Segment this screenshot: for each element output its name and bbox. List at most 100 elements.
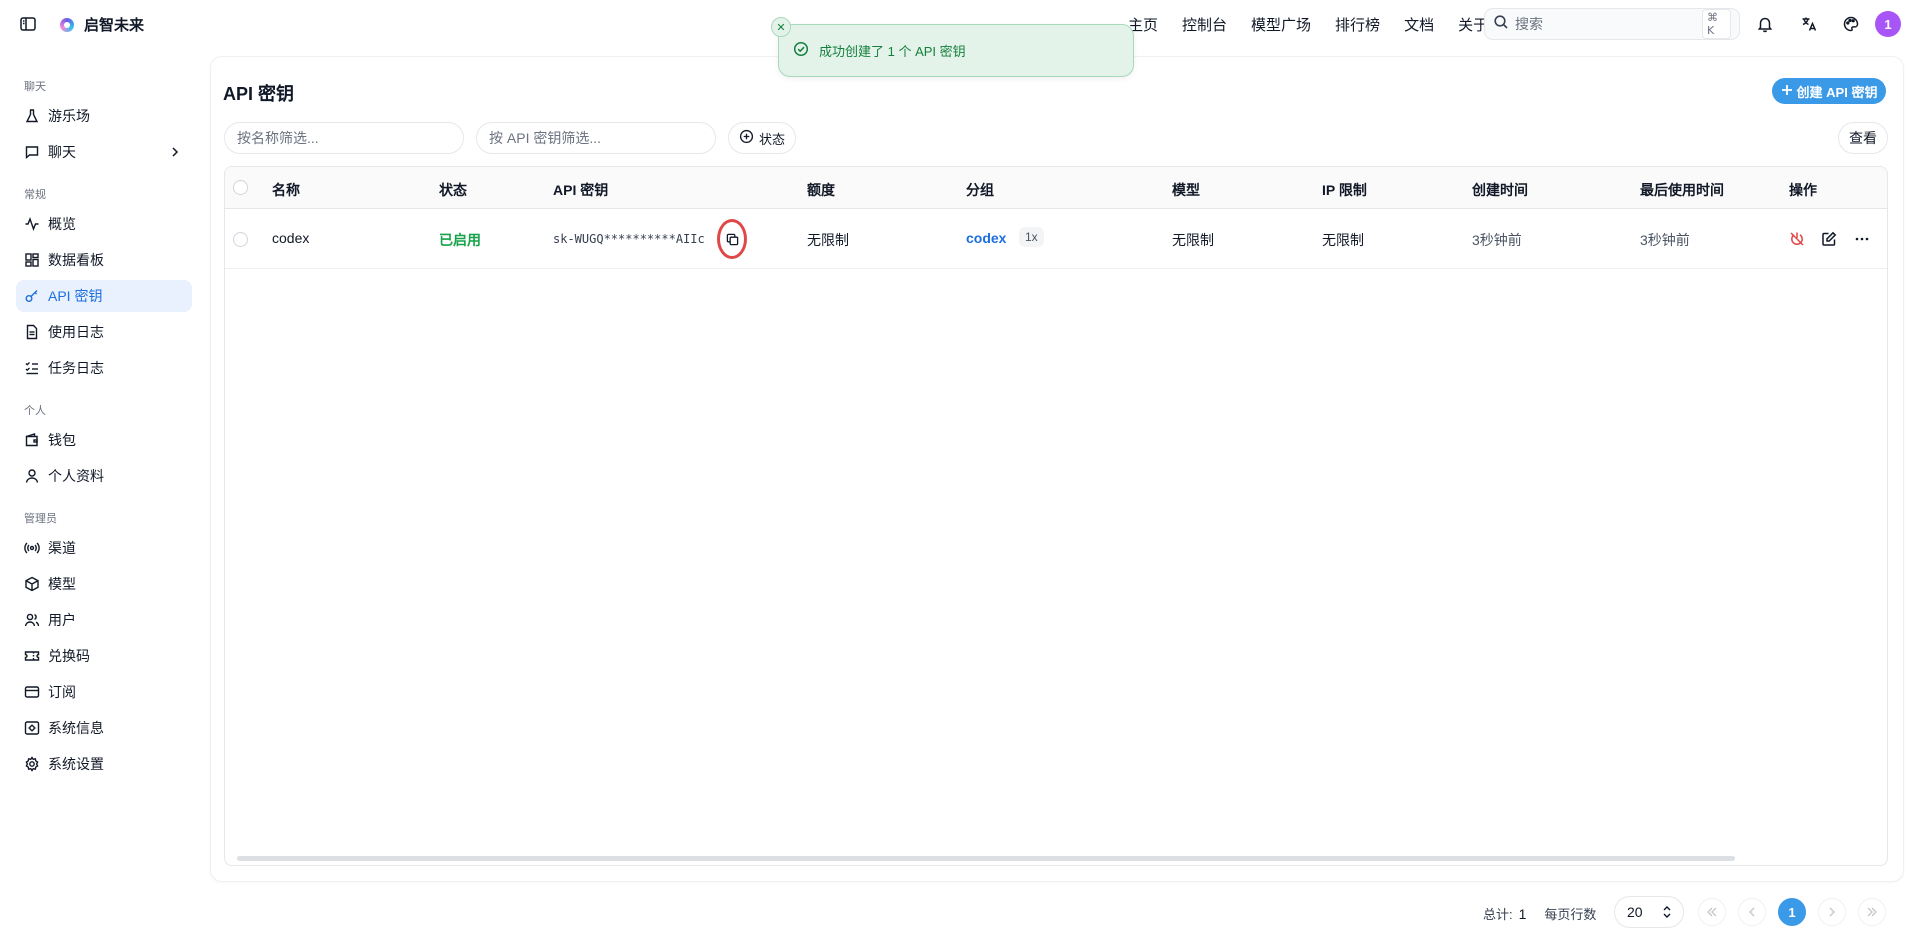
sidebar-item-label: 用户 [48, 612, 76, 628]
filter-name-input[interactable] [224, 122, 464, 154]
api-key-value: sk-WUGQ**********AIIc [553, 232, 705, 246]
flask-icon [24, 108, 40, 124]
create-api-key-label: 创建 API 密钥 [1796, 84, 1878, 100]
sidebar-section-personal: 个人 [24, 405, 46, 417]
pagination-summary: 总计: 1 每页行数 [1483, 904, 1596, 923]
last-page-button[interactable] [1858, 898, 1886, 926]
sidebar-item-overview[interactable]: 概览 [16, 208, 192, 240]
sidebar-item-wallet[interactable]: 钱包 [16, 424, 192, 456]
filter-key-input[interactable] [476, 122, 716, 154]
sidebar-item-models[interactable]: 模型 [16, 568, 192, 600]
edit-icon[interactable] [1819, 229, 1839, 249]
sidebar-item-chat[interactable]: 聊天 [16, 136, 192, 168]
rows-per-page-value: 20 [1627, 904, 1643, 920]
gear-icon [24, 756, 40, 772]
nav-docs[interactable]: 文档 [1404, 14, 1434, 35]
table-row: codex 已启用 sk-WUGQ**********AIIc 无限制 code… [225, 209, 1887, 269]
message-square-icon [24, 144, 40, 160]
row-last-used-time: 3秒钟前 [1640, 232, 1690, 248]
sidebar-item-label: 渠道 [48, 540, 76, 556]
sidebar-item-system-settings[interactable]: 系统设置 [16, 748, 192, 780]
column-header-status: 状态 [439, 182, 467, 198]
column-header-key: API 密钥 [553, 182, 609, 198]
sidebar-item-task-logs[interactable]: 任务日志 [16, 352, 192, 384]
avatar[interactable]: 1 [1875, 11, 1901, 37]
sidebar-item-system-info[interactable]: 系统信息 [16, 712, 192, 744]
chevron-right-icon [168, 145, 182, 162]
group-ratio-badge: 1x [1019, 227, 1044, 247]
sidebar-item-profile[interactable]: 个人资料 [16, 460, 192, 492]
sidebar-item-label: 模型 [48, 576, 76, 592]
nav-console[interactable]: 控制台 [1182, 14, 1227, 35]
sidebar-item-subscriptions[interactable]: 订阅 [16, 676, 192, 708]
search-shortcut: ⌘ K [1702, 9, 1731, 39]
column-header-name: 名称 [272, 182, 300, 198]
row-checkbox[interactable] [233, 232, 248, 247]
column-header-ip: IP 限制 [1322, 182, 1367, 198]
plus-icon [1781, 84, 1793, 99]
sidebar-item-redeem-codes[interactable]: 兑换码 [16, 640, 192, 672]
sidebar-item-label: 系统信息 [48, 720, 104, 736]
close-icon[interactable]: ✕ [771, 17, 791, 37]
row-group-link[interactable]: codex [966, 230, 1006, 246]
sidebar-item-api-keys[interactable]: API 密钥 [16, 280, 192, 312]
column-header-last-used: 最后使用时间 [1640, 182, 1724, 198]
horizontal-scrollbar[interactable] [237, 856, 1735, 861]
search-input[interactable] [1515, 16, 1696, 32]
list-checks-icon [24, 360, 40, 376]
sidebar-item-label: 个人资料 [48, 468, 104, 484]
page-button-current[interactable]: 1 [1778, 898, 1806, 926]
total-label: 总计: [1483, 907, 1513, 922]
palette-icon[interactable] [1840, 13, 1862, 35]
layout-dashboard-icon [24, 252, 40, 268]
sidebar-item-label: 订阅 [48, 684, 76, 700]
sidebar-item-usage-logs[interactable]: 使用日志 [16, 316, 192, 348]
table-header: 名称 状态 API 密钥 额度 分组 模型 IP 限制 创建时间 最后使用时间 … [225, 167, 1887, 209]
users-icon [24, 612, 40, 628]
sidebar-section-admin: 管理员 [24, 513, 57, 525]
rows-per-page-select[interactable]: 20 [1614, 896, 1684, 928]
file-text-icon [24, 324, 40, 340]
row-ip-limit: 无限制 [1322, 232, 1364, 248]
toast-message: 成功创建了 1 个 API 密钥 [819, 44, 966, 59]
previous-page-button[interactable] [1738, 898, 1766, 926]
sidebar-item-label: 使用日志 [48, 324, 104, 340]
column-header-actions: 操作 [1789, 182, 1817, 198]
sidebar-item-label: 数据看板 [48, 252, 104, 268]
nav-model-square[interactable]: 模型广场 [1251, 14, 1311, 35]
select-all-checkbox[interactable] [233, 180, 248, 195]
disable-key-icon[interactable] [1787, 229, 1807, 249]
status-filter-button[interactable]: 状态 [728, 122, 796, 154]
status-filter-label: 状态 [758, 131, 785, 147]
column-header-quota: 额度 [807, 182, 835, 198]
activity-icon [24, 216, 40, 232]
copy-icon[interactable] [717, 219, 747, 259]
first-page-button[interactable] [1698, 898, 1726, 926]
more-options-icon[interactable] [1852, 229, 1872, 249]
nav-leaderboard[interactable]: 排行榜 [1335, 14, 1380, 35]
sidebar-item-users[interactable]: 用户 [16, 604, 192, 636]
user-icon [24, 468, 40, 484]
sidebar-item-playground[interactable]: 游乐场 [16, 100, 192, 132]
translate-icon[interactable] [1798, 13, 1820, 35]
next-page-button[interactable] [1818, 898, 1846, 926]
sidebar-toggle-icon[interactable] [18, 14, 38, 34]
chevrons-up-down-icon [1661, 905, 1673, 922]
key-icon [24, 288, 40, 304]
brand[interactable]: 启智未来 [60, 14, 144, 35]
row-quota: 无限制 [807, 232, 849, 248]
sidebar-item-label: 游乐场 [48, 108, 90, 124]
bell-icon[interactable] [1754, 13, 1776, 35]
sidebar-item-label: 钱包 [48, 432, 76, 448]
create-api-key-button[interactable]: 创建 API 密钥 [1772, 78, 1886, 104]
column-header-created: 创建时间 [1472, 182, 1528, 198]
view-options-button[interactable]: 查看 [1838, 122, 1888, 154]
sidebar-item-dashboard[interactable]: 数据看板 [16, 244, 192, 276]
ticket-icon [24, 648, 40, 664]
sidebar-item-label: API 密钥 [48, 288, 103, 304]
search-box[interactable]: ⌘ K [1484, 8, 1740, 40]
row-created-time: 3秒钟前 [1472, 232, 1522, 248]
sidebar-item-channels[interactable]: 渠道 [16, 532, 192, 564]
check-circle-icon [793, 41, 809, 60]
sidebar-section-general: 常规 [24, 189, 46, 201]
